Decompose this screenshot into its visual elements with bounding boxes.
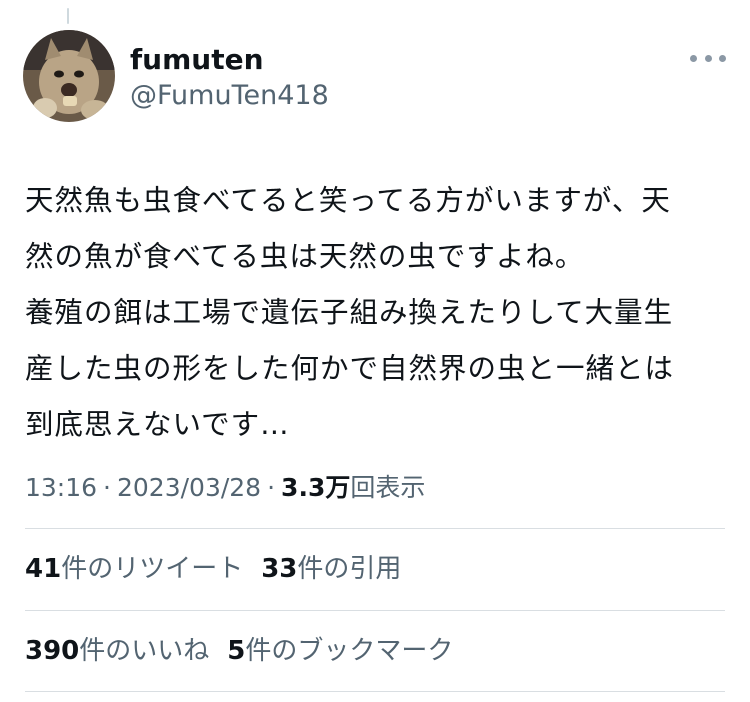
stats-row-reposts: 41件のリツイート 33件の引用 (25, 551, 419, 587)
display-name[interactable]: fumuten (130, 40, 264, 80)
views-label: 回表示 (350, 473, 426, 502)
tweet-text-line: 養殖の餌は工場で遺伝子組み換えたりして大量生 (25, 296, 674, 329)
user-handle[interactable]: @FumuTen418 (130, 78, 329, 114)
retweets-count: 41 (25, 554, 62, 584)
more-options-icon[interactable] (690, 46, 726, 70)
views-count: 3.3万 (281, 473, 351, 502)
quotes-stat[interactable]: 33件の引用 (261, 554, 401, 584)
meta-separator: · (267, 473, 276, 502)
dot (690, 54, 697, 62)
tweet-meta: 13:16 · 2023/03/28 · 3.3万回表示 (25, 470, 425, 506)
thread-connector-line (67, 8, 69, 24)
quotes-count: 33 (261, 554, 298, 584)
bookmarks-count: 5 (227, 636, 246, 666)
retweets-stat[interactable]: 41件のリツイート (25, 554, 243, 584)
tweet-text-line: 産した虫の形をした何かで自然界の虫と一緒とは (25, 352, 675, 385)
divider (25, 691, 725, 692)
likes-count: 390 (25, 636, 80, 666)
dot (719, 54, 726, 62)
tweet-text-line: 天然魚も虫食べてると笑ってる方がいますが、天 (25, 184, 671, 217)
tweet-text-line: 到底思えないです… (25, 408, 290, 441)
meta-separator: · (103, 473, 111, 502)
tweet-date[interactable]: 2023/03/28 (117, 473, 261, 502)
bookmarks-label: 件のブックマーク (245, 636, 454, 666)
likes-stat[interactable]: 390件のいいね (25, 636, 209, 666)
likes-label: 件のいいね (79, 636, 210, 666)
quotes-label: 件の引用 (297, 554, 402, 584)
avatar[interactable] (23, 30, 115, 122)
bookmarks-stat[interactable]: 5件のブックマーク (227, 636, 453, 666)
divider (25, 610, 725, 611)
divider (25, 528, 725, 529)
dot (704, 54, 712, 62)
avatar-cat-image (23, 30, 115, 122)
stats-row-likes: 390件のいいね 5件のブックマーク (25, 633, 471, 669)
tweet-text-line: 然の魚が食べてる虫は天然の虫ですよね。 (25, 240, 585, 273)
retweets-label: 件のリツイート (61, 554, 244, 584)
tweet-time[interactable]: 13:16 (25, 473, 97, 502)
tweet-text: 天然魚も虫食べてると笑ってる方がいますが、天 然の魚が食べてる虫は天然の虫ですよ… (25, 173, 730, 453)
